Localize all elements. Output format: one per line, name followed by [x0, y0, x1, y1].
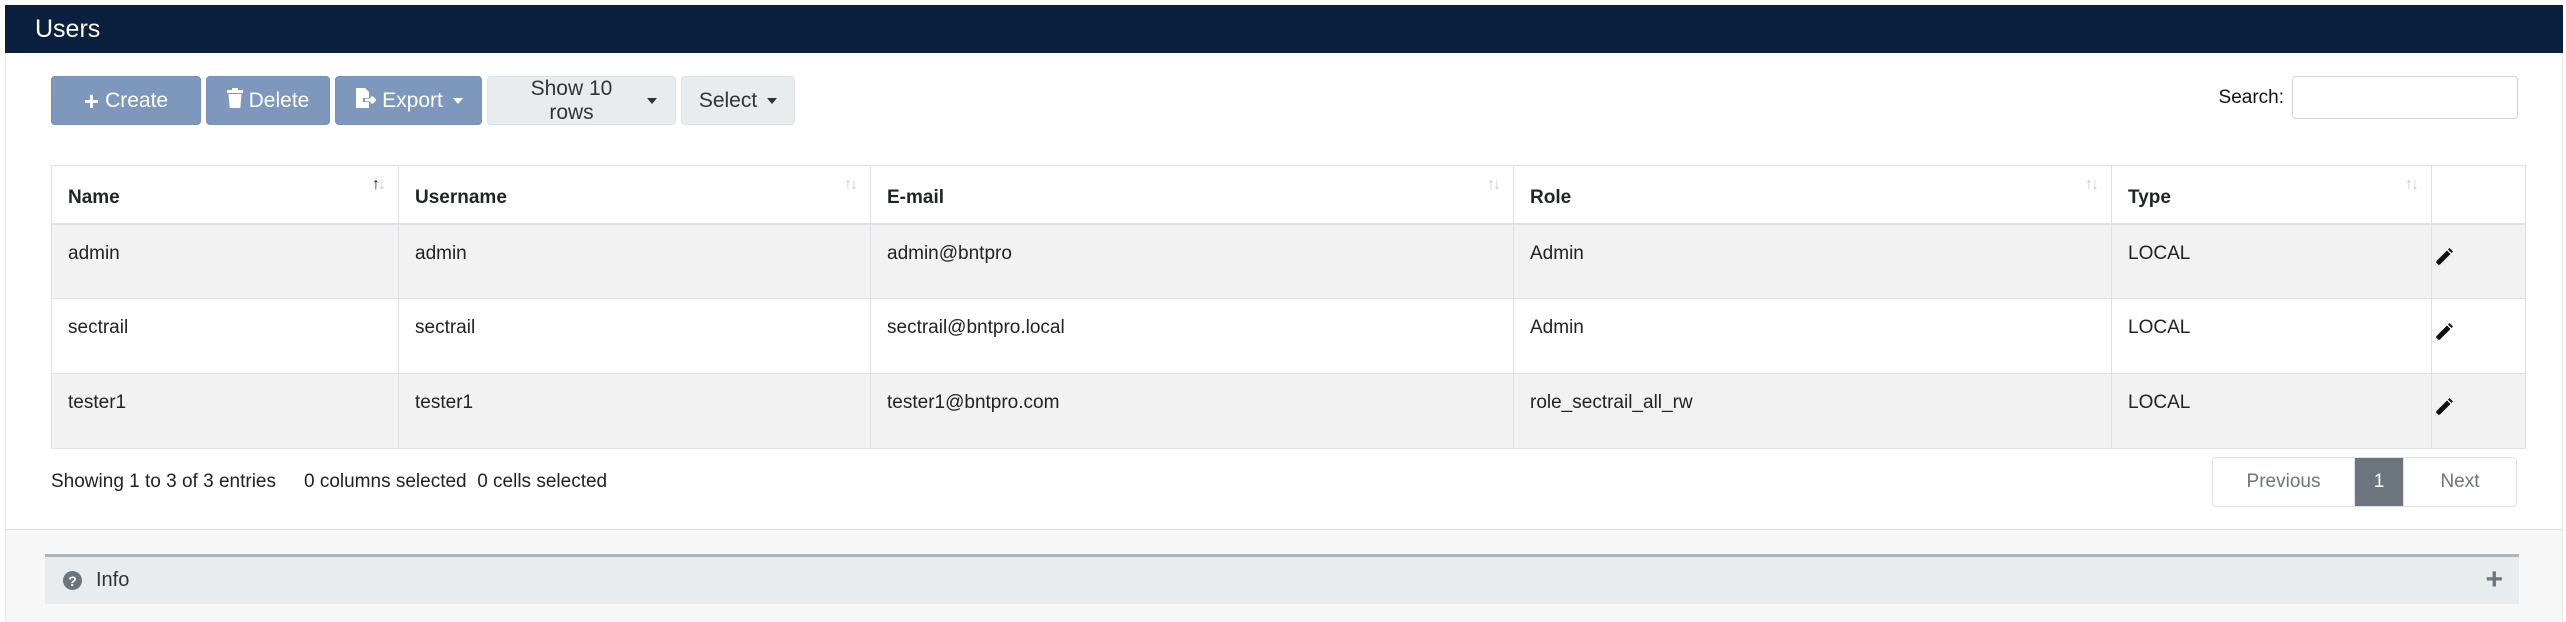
plus-icon: + — [83, 85, 100, 116]
cell-email[interactable]: sectrail@bntpro.local — [870, 298, 1514, 374]
page-title: Users — [35, 14, 101, 43]
cell-name[interactable]: admin — [51, 223, 399, 299]
chevron-down-icon — [647, 97, 657, 104]
chevron-down-icon — [767, 97, 778, 104]
pencil-icon[interactable] — [2432, 248, 2454, 274]
file-export-icon — [354, 87, 377, 115]
column-header-label: Name — [68, 187, 120, 209]
sort-icon: ↑↓ — [1487, 176, 1501, 193]
pagination-page-1[interactable]: 1 — [2354, 458, 2403, 506]
pagination: Previous 1 Next — [2212, 457, 2517, 507]
column-header-name[interactable]: Name ↑↓ — [51, 165, 399, 225]
export-button[interactable]: Export — [335, 76, 482, 125]
search-group: Search: — [2219, 76, 2518, 119]
pencil-icon[interactable] — [2432, 398, 2454, 424]
cell-role[interactable]: Admin — [1513, 298, 2112, 374]
info-panel-header[interactable]: ? Info + — [45, 554, 2519, 604]
cell-name[interactable]: tester1 — [51, 373, 399, 449]
cell-actions — [2431, 223, 2526, 299]
selection-info: 0 columns selected 0 cells selected — [304, 471, 607, 493]
question-circle-icon: ? — [63, 571, 82, 590]
cell-type[interactable]: LOCAL — [2111, 298, 2432, 374]
column-header-label: Role — [1530, 187, 1572, 209]
users-panel: + Create Delete Export Show 10 rows Sele… — [5, 53, 2563, 530]
toolbar: + Create Delete Export Show 10 rows Sele… — [51, 76, 795, 125]
table-row[interactable]: tester1 tester1 tester1@bntpro.com role_… — [51, 373, 2526, 449]
info-panel-label: Info — [96, 569, 130, 591]
cell-type[interactable]: LOCAL — [2111, 373, 2432, 449]
entries-info: Showing 1 to 3 of 3 entries — [51, 471, 276, 492]
page-header: Users — [5, 5, 2563, 53]
table-row[interactable]: sectrail sectrail sectrail@bntpro.local … — [51, 298, 2526, 374]
column-header-label: E-mail — [887, 187, 945, 209]
search-input[interactable] — [2292, 76, 2518, 119]
create-button-label: Create — [105, 88, 169, 112]
cell-email[interactable]: tester1@bntpro.com — [870, 373, 1514, 449]
column-header-label: Username — [415, 187, 507, 209]
pagination-previous[interactable]: Previous — [2213, 458, 2354, 506]
search-label: Search: — [2218, 86, 2284, 108]
expand-plus-icon[interactable]: + — [2485, 565, 2503, 595]
cell-actions — [2431, 298, 2526, 374]
table-info: Showing 1 to 3 of 3 entries 0 columns se… — [51, 471, 607, 493]
users-table: Name ↑↓ Username ↑↓ E-mail ↑↓ Role ↑↓ Type ↑↓… — [51, 165, 2526, 449]
sort-icon: ↑↓ — [372, 176, 386, 193]
show-rows-dropdown[interactable]: Show 10 rows — [487, 76, 676, 125]
cell-username[interactable]: tester1 — [398, 373, 871, 449]
select-dropdown[interactable]: Select — [681, 76, 795, 125]
sort-icon: ↑↓ — [2405, 176, 2419, 193]
delete-button[interactable]: Delete — [206, 76, 330, 125]
sort-icon: ↑↓ — [844, 176, 858, 193]
cell-name[interactable]: sectrail — [51, 298, 399, 374]
delete-button-label: Delete — [248, 88, 310, 112]
cell-email[interactable]: admin@bntpro — [870, 223, 1514, 299]
cell-type[interactable]: LOCAL — [2111, 223, 2432, 299]
column-header-type[interactable]: Type ↑↓ — [2111, 165, 2432, 225]
cells-selected: 0 cells selected — [477, 471, 608, 492]
cell-username[interactable]: admin — [398, 223, 871, 299]
column-header-role[interactable]: Role ↑↓ — [1513, 165, 2112, 225]
export-button-label: Export — [382, 88, 443, 112]
table-header-row: Name ↑↓ Username ↑↓ E-mail ↑↓ Role ↑↓ Type ↑↓ — [51, 165, 2526, 225]
column-header-username[interactable]: Username ↑↓ — [398, 165, 871, 225]
select-label: Select — [698, 88, 758, 112]
sort-icon: ↑↓ — [2085, 176, 2099, 193]
table-row[interactable]: admin admin admin@bntpro Admin LOCAL — [51, 223, 2526, 299]
trash-icon — [226, 87, 243, 114]
chevron-down-icon — [452, 97, 463, 104]
cell-username[interactable]: sectrail — [398, 298, 871, 374]
column-header-email[interactable]: E-mail ↑↓ — [870, 165, 1514, 225]
cell-role[interactable]: Admin — [1513, 223, 2112, 299]
create-button[interactable]: + Create — [51, 76, 201, 125]
cell-actions — [2431, 373, 2526, 449]
pencil-icon[interactable] — [2432, 323, 2454, 349]
column-header-label: Type — [2128, 187, 2171, 209]
columns-selected: 0 columns selected — [303, 471, 467, 492]
pagination-next[interactable]: Next — [2403, 458, 2516, 506]
show-rows-label: Show 10 rows — [530, 76, 613, 124]
column-header-actions — [2431, 165, 2526, 225]
cell-role[interactable]: role_sectrail_all_rw — [1513, 373, 2112, 449]
